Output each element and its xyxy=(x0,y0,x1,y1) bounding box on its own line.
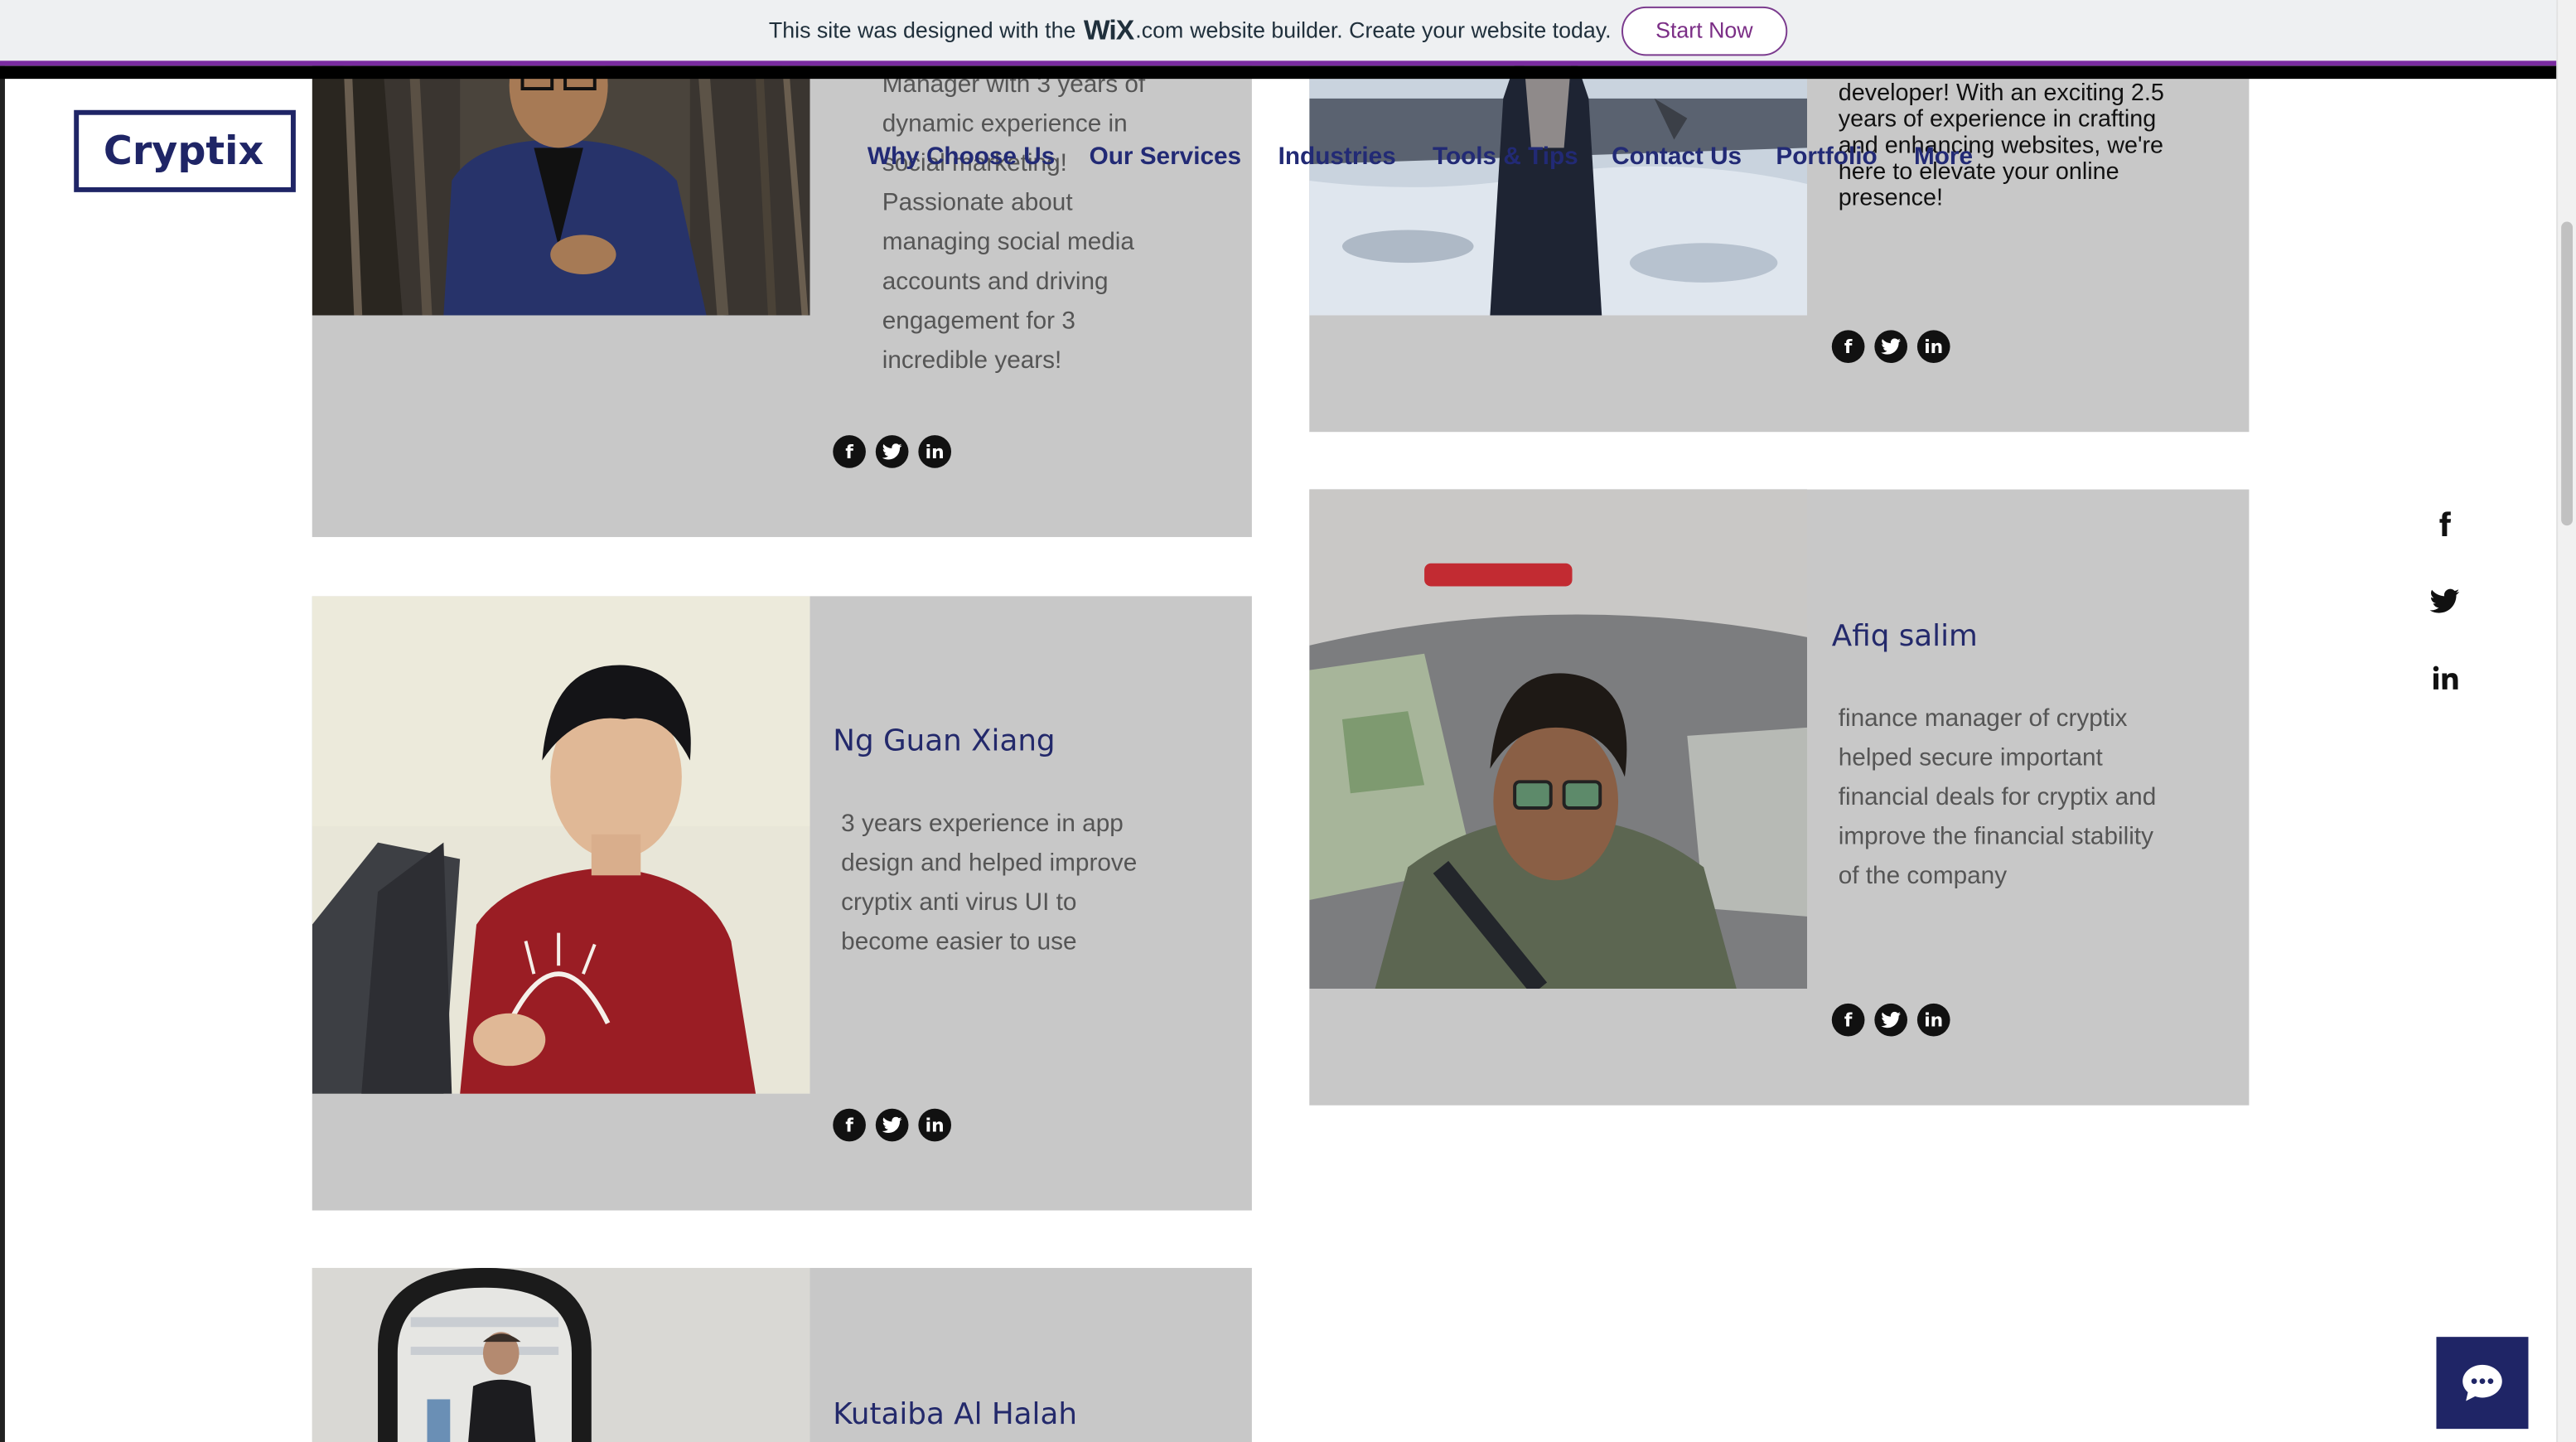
wix-logo: WiX xyxy=(1083,13,1134,46)
banner-text-before: This site was designed with the xyxy=(768,17,1076,43)
team-name-kutaiba-al-halah: Kutaiba Al Halah xyxy=(833,1397,1077,1433)
twitter-icon[interactable] xyxy=(875,435,909,468)
team-card-ng-guan-xiang: Ng Guan Xiang 3 years experience in app … xyxy=(312,596,1252,1211)
team-photo-afiq-salim xyxy=(1309,489,1808,990)
banner-text-after: website builder. Create your website tod… xyxy=(1190,17,1612,43)
nav-more[interactable]: More xyxy=(1914,143,1973,171)
team-photo-kutaiba-al-halah xyxy=(312,1267,810,1442)
twitter-icon[interactable] xyxy=(1874,1003,1908,1037)
team-card-social-manager: Manager with 3 years of dynamic experien… xyxy=(312,0,1252,538)
nav-our-services[interactable]: Our Services xyxy=(1090,143,1242,171)
twitter-icon[interactable] xyxy=(2427,562,2463,639)
page-left-edge xyxy=(0,65,5,1442)
linkedin-icon[interactable]: in xyxy=(1916,330,1950,363)
page-scrollbar[interactable] xyxy=(2556,0,2576,1442)
start-now-button[interactable]: Start Now xyxy=(1621,5,1788,56)
linkedin-icon[interactable]: in xyxy=(918,1108,952,1142)
wix-banner-text: This site was designed with the WiX .com w… xyxy=(769,14,1612,47)
linkedin-icon[interactable] xyxy=(2427,639,2463,716)
linkedin-icon[interactable]: in xyxy=(1916,1003,1950,1037)
facebook-icon[interactable]: f xyxy=(833,1108,866,1142)
site-logo-text: Cryptix xyxy=(103,128,264,175)
nav-tools-tips[interactable]: Tools & Tips xyxy=(1433,143,1578,171)
facebook-icon[interactable]: f xyxy=(1831,330,1865,363)
team-name-ng-guan-xiang: Ng Guan Xiang xyxy=(833,723,1056,759)
page-scrollbar-thumb[interactable] xyxy=(2561,221,2574,526)
chat-button[interactable] xyxy=(2436,1337,2529,1430)
site-logo[interactable]: Cryptix xyxy=(74,109,296,192)
nav-why-choose-us[interactable]: Why Choose Us xyxy=(868,143,1055,171)
team-bio-web-developer: developer! With an exciting 2.5 years of… xyxy=(1838,80,2164,212)
header-divider xyxy=(0,65,2557,80)
floating-social-bar xyxy=(2427,485,2463,716)
nav-industries[interactable]: Industries xyxy=(1278,143,1396,171)
facebook-icon[interactable] xyxy=(2427,485,2463,562)
team-socials-social-manager: f in xyxy=(833,435,952,468)
wix-domain: .com xyxy=(1135,17,1184,43)
linkedin-icon[interactable]: in xyxy=(918,435,952,468)
team-socials-web-developer: f in xyxy=(1831,330,1950,363)
team-bio-afiq-salim: finance manager of cryptix helped secure… xyxy=(1838,704,2157,891)
team-socials-ng-guan-xiang: f in xyxy=(833,1108,952,1142)
team-card-afiq-salim: Afiq salim finance manager of cryptix he… xyxy=(1309,489,2250,1106)
team-bio-social-manager: Manager with 3 years of dynamic experien… xyxy=(882,70,1146,375)
team-card-kutaiba-al-halah: Kutaiba Al Halah xyxy=(312,1267,1252,1442)
wix-promo-banner: This site was designed with the WiX .com w… xyxy=(0,0,2557,66)
chat-bubble-icon xyxy=(2462,1364,2502,1401)
facebook-icon[interactable]: f xyxy=(833,435,866,468)
facebook-icon[interactable]: f xyxy=(1831,1003,1865,1037)
team-name-afiq-salim: Afiq salim xyxy=(1831,619,1978,654)
team-bio-ng-guan-xiang: 3 years experience in app design and hel… xyxy=(841,810,1138,956)
team-socials-afiq-salim: f in xyxy=(1831,1003,1950,1037)
nav-contact-us[interactable]: Contact Us xyxy=(1612,143,1742,171)
nav-portfolio[interactable]: Portfolio xyxy=(1776,143,1877,171)
twitter-icon[interactable] xyxy=(875,1108,909,1142)
team-photo-ng-guan-xiang xyxy=(312,596,810,1094)
twitter-icon[interactable] xyxy=(1874,330,1908,363)
